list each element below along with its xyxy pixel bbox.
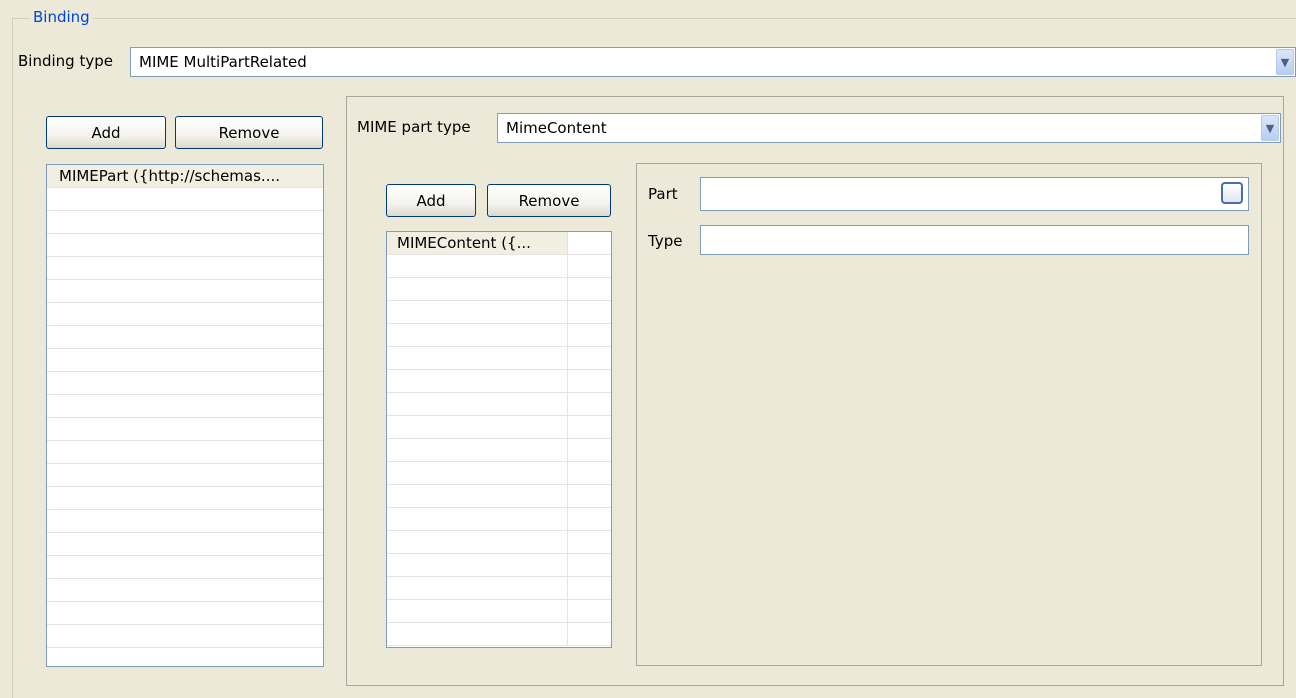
type-label: Type — [648, 232, 683, 250]
add-part-button[interactable]: Add — [46, 116, 166, 149]
binding-group-legend: Binding — [30, 8, 93, 26]
mime-part-type-select[interactable]: MimeContent ▼ — [497, 113, 1281, 143]
binding-type-select[interactable]: MIME MultiPartRelated ▼ — [130, 47, 1296, 77]
part-input[interactable] — [705, 178, 1205, 208]
binding-type-value: MIME MultiPartRelated — [139, 53, 307, 71]
add-content-button[interactable]: Add — [386, 184, 476, 217]
mime-part-type-label: MIME part type — [357, 118, 471, 136]
mime-contents-table[interactable]: MIMEContent ({... — [386, 231, 612, 648]
part-field[interactable] — [700, 177, 1249, 211]
remove-content-button[interactable]: Remove — [487, 184, 611, 217]
list-item[interactable]: MIMEPart ({http://schemas.... — [47, 165, 323, 188]
binding-type-label: Binding type — [18, 52, 113, 70]
chevron-down-icon[interactable]: ▼ — [1261, 115, 1279, 141]
browse-button[interactable] — [1221, 182, 1243, 204]
remove-part-button[interactable]: Remove — [175, 116, 323, 149]
table-row[interactable]: MIMEContent ({... — [387, 232, 611, 255]
table-cell: MIMEContent ({... — [387, 232, 568, 254]
mime-part-type-value: MimeContent — [506, 119, 607, 137]
part-label: Part — [648, 185, 678, 203]
type-field[interactable] — [700, 225, 1249, 255]
mime-parts-list[interactable]: MIMEPart ({http://schemas.... — [46, 164, 324, 667]
type-input[interactable] — [705, 226, 1245, 254]
chevron-down-icon[interactable]: ▼ — [1276, 49, 1294, 75]
